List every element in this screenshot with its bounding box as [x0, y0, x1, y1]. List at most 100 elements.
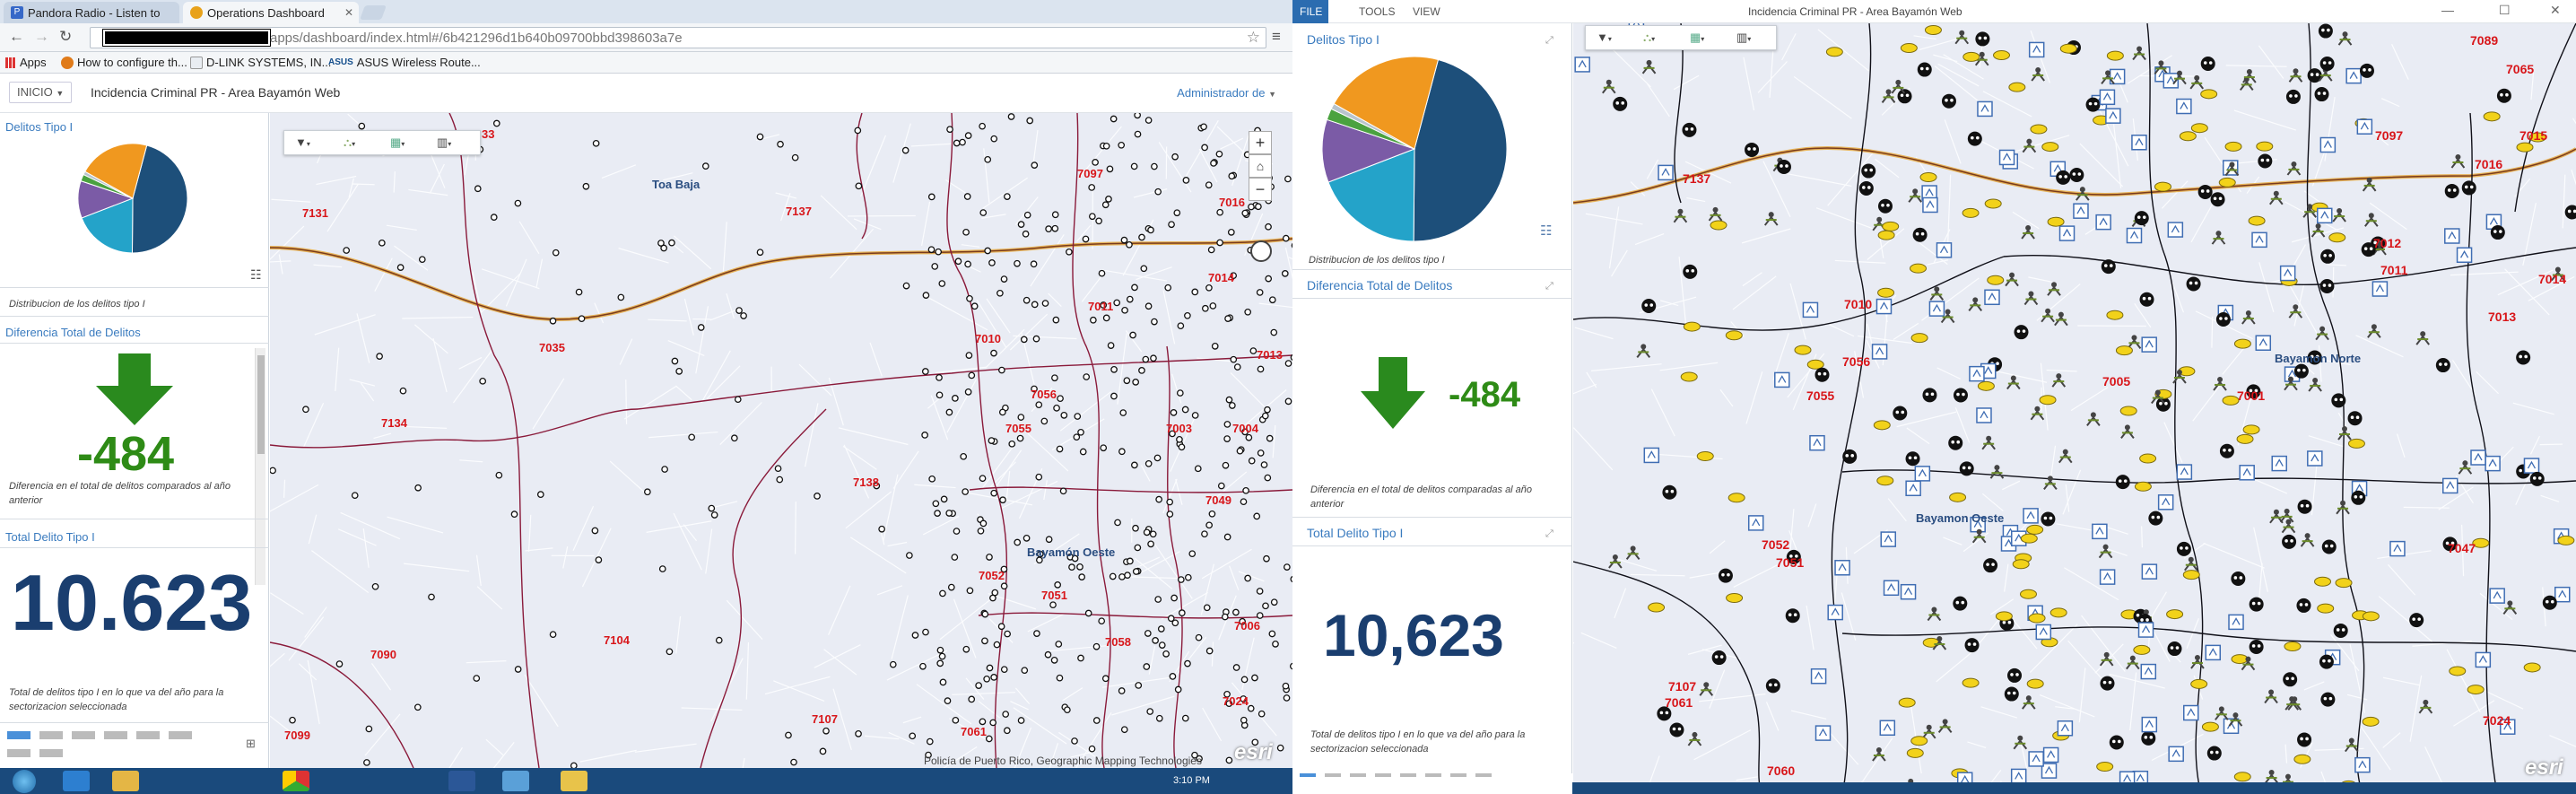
sector-label: 7006: [1234, 619, 1260, 633]
scrollbar[interactable]: [255, 348, 265, 585]
tab-pandora[interactable]: P Pandora Radio - Listen to: [4, 2, 179, 23]
total-widget-title: Total Delito Tipo I: [1307, 526, 1404, 540]
sector-label: 7058: [1105, 635, 1131, 649]
menu-tools[interactable]: TOOLS: [1348, 0, 1405, 23]
menu-label: TOOLS: [1359, 5, 1396, 18]
sector-label: 7004: [1232, 422, 1259, 435]
page-dot[interactable]: [7, 749, 30, 757]
zoom-out-button[interactable]: −: [1249, 178, 1272, 201]
tab-operations-dashboard[interactable]: Operations Dashboard ✕: [183, 2, 359, 23]
home-menu-label: INICIO: [17, 85, 53, 99]
legend-list-icon[interactable]: ☷: [1540, 222, 1552, 239]
close-icon[interactable]: ✕: [2550, 3, 2561, 18]
pie-chart[interactable]: [1321, 56, 1508, 242]
start-button-icon[interactable]: [13, 770, 36, 793]
filter-icon[interactable]: ▼▾: [1597, 31, 1612, 44]
expand-icon[interactable]: ⤢: [1545, 528, 1556, 539]
forward-arrow-icon[interactable]: →: [34, 28, 49, 46]
page-dot[interactable]: [1425, 773, 1441, 777]
sector-label: 7016: [1219, 196, 1245, 209]
minimize-icon[interactable]: —: [2441, 3, 2454, 17]
app-taskbar-icon[interactable]: [502, 771, 529, 791]
left-map-canvas[interactable]: 33 7097 7131 7137 7016 7014 7011 7010 7035 7013 70…: [270, 113, 1292, 768]
menu-view[interactable]: VIEW: [1402, 0, 1451, 23]
page-dot[interactable]: [39, 731, 63, 739]
page-indicator[interactable]: [7, 731, 231, 762]
maximize-icon[interactable]: ☐: [2499, 3, 2511, 18]
user-menu[interactable]: Administrador de ▼: [1177, 86, 1276, 100]
reload-icon[interactable]: ↻: [59, 28, 72, 46]
bookmark-apps[interactable]: Apps: [5, 56, 47, 69]
folder-taskbar-icon[interactable]: [561, 771, 587, 791]
page-indicator[interactable]: [1300, 773, 1533, 781]
page-dot[interactable]: [1400, 773, 1416, 777]
menu-file[interactable]: FILE: [1292, 0, 1328, 23]
page-dot[interactable]: [104, 731, 127, 739]
map-toolbar: ▼▾ ⛬▾ ▦▾ ▥▾: [283, 130, 481, 155]
page-dot[interactable]: [1300, 773, 1316, 777]
expand-icon[interactable]: ⤢: [1545, 35, 1556, 46]
url-input[interactable]: apps/dashboard/index.html#/6b421296d1b64…: [90, 27, 1266, 48]
divider: [0, 722, 269, 723]
esri-logo: esri: [1234, 740, 1273, 764]
basemap-icon[interactable]: ▦▾: [1690, 31, 1704, 45]
filter-icon[interactable]: ▼▾: [295, 135, 310, 149]
page-dot[interactable]: [1450, 773, 1466, 777]
pie-chart[interactable]: [77, 143, 188, 254]
word-taskbar-icon[interactable]: [448, 771, 475, 791]
map-place-label: Toa Baja: [652, 178, 701, 191]
divider: [1292, 269, 1572, 270]
page-dot[interactable]: [1375, 773, 1391, 777]
locate-icon[interactable]: [1250, 240, 1272, 262]
menu-label: FILE: [1300, 5, 1323, 18]
bookmarks-icon[interactable]: ▥▾: [437, 135, 451, 150]
taskbar-clock: 3:10 PM: [1173, 775, 1210, 786]
bookmark-configure[interactable]: How to configure th...: [61, 56, 187, 69]
sector-label: 7097: [1077, 167, 1103, 180]
diff-caption: Diferencia en el total de delitos compar…: [9, 481, 231, 506]
bookmark-asus[interactable]: ASUS ASUS Wireless Route...: [328, 56, 481, 69]
folder-taskbar-icon[interactable]: [112, 771, 139, 791]
chrome-menu-icon[interactable]: ≡: [1272, 28, 1281, 46]
sector-label: 7134: [381, 416, 408, 430]
ie-taskbar-icon[interactable]: [63, 771, 90, 791]
scrollbar-thumb[interactable]: [257, 355, 265, 454]
page-dot[interactable]: [7, 731, 30, 739]
pie-caption: Distribucion de los delitos tipo I: [1309, 255, 1445, 266]
bookmark-dlink[interactable]: D-LINK SYSTEMS, IN...: [190, 56, 331, 69]
sector-label: 7003: [1166, 422, 1192, 435]
legend-list-icon[interactable]: ☷: [250, 267, 262, 283]
layers-icon[interactable]: ⛬▾: [344, 135, 355, 150]
basemap-icon[interactable]: ▦▾: [390, 135, 405, 150]
page-dot[interactable]: [169, 731, 192, 739]
divider: [1292, 545, 1572, 546]
page-dot[interactable]: [1475, 773, 1492, 777]
diff-value: -484: [77, 427, 175, 474]
close-tab-icon[interactable]: ✕: [344, 6, 353, 19]
home-view-button[interactable]: ⌂: [1249, 154, 1272, 178]
page-dot[interactable]: [39, 749, 63, 757]
map-toolbar: ▼▾ ⛬▾ ▦▾ ▥▾: [1585, 25, 1777, 50]
bookmark-star-icon[interactable]: ☆: [1247, 29, 1260, 47]
home-menu[interactable]: INICIO ▼: [9, 82, 73, 103]
page-dot[interactable]: [136, 731, 160, 739]
layers-icon[interactable]: ⛬▾: [1643, 31, 1655, 45]
right-map-canvas[interactable]: 7089706570977015701671377012701470117004…: [1573, 23, 2576, 794]
page-dot[interactable]: [72, 731, 95, 739]
back-arrow-icon[interactable]: ←: [9, 28, 24, 46]
diff-widget-title: Diferencia Total de Delitos: [1307, 278, 1453, 292]
page-dot[interactable]: [1350, 773, 1366, 777]
sector-label: 7011: [1088, 300, 1113, 313]
bookmark-label: D-LINK SYSTEMS, IN...: [206, 56, 332, 69]
menu-label: VIEW: [1413, 5, 1440, 18]
down-arrow-icon: [1361, 357, 1425, 429]
bookmarks-icon[interactable]: ▥▾: [1736, 31, 1751, 45]
expand-icon[interactable]: ⊞: [246, 737, 256, 751]
sector-label: 7061: [961, 725, 987, 738]
bookmark-favicon-icon: [61, 56, 74, 69]
new-tab-button[interactable]: [360, 5, 387, 20]
chrome-taskbar-icon[interactable]: [283, 771, 309, 791]
expand-icon[interactable]: ⤢: [1545, 281, 1556, 292]
zoom-in-button[interactable]: +: [1249, 131, 1272, 154]
page-dot[interactable]: [1325, 773, 1341, 777]
